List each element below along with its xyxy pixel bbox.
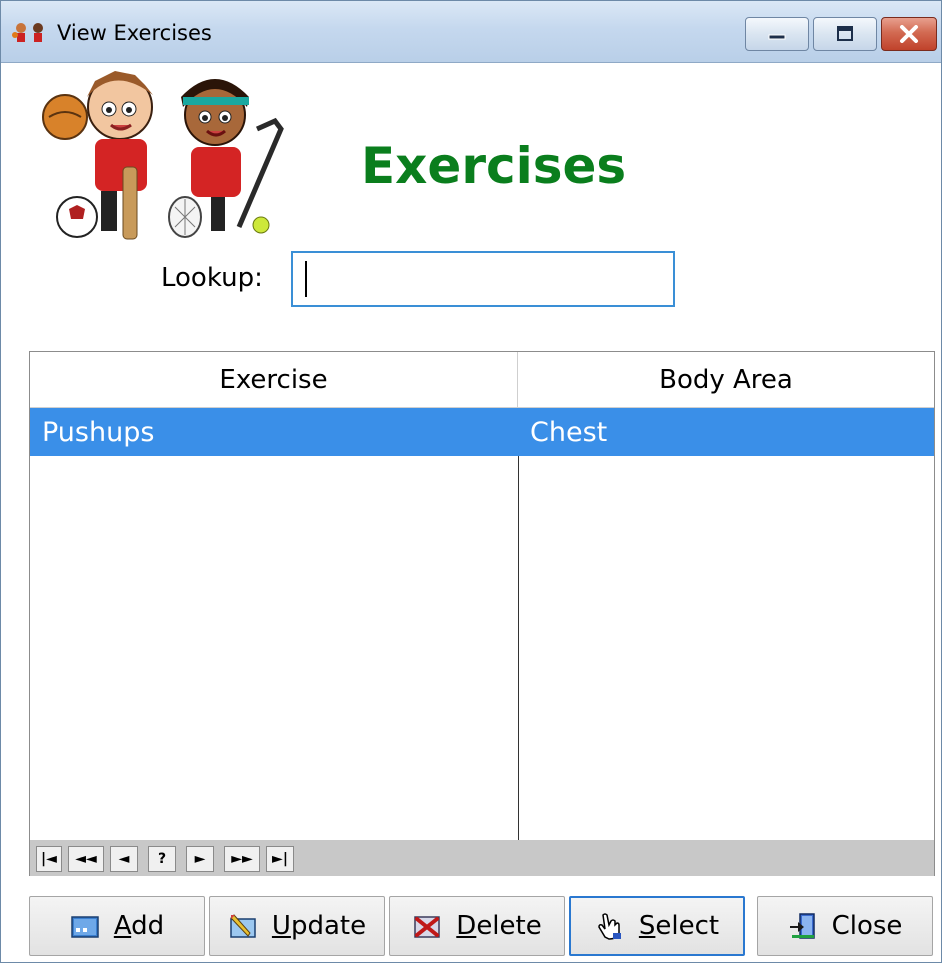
column-header-exercise[interactable]: Exercise bbox=[30, 352, 518, 408]
add-button[interactable]: Add bbox=[29, 896, 205, 956]
column-divider bbox=[518, 456, 519, 840]
add-button-label: Add bbox=[113, 911, 165, 941]
cell-body-area[interactable]: Chest bbox=[518, 408, 934, 456]
cell-exercise[interactable]: Pushups bbox=[30, 408, 518, 456]
delete-x-icon bbox=[414, 916, 441, 938]
maximize-button[interactable] bbox=[813, 17, 877, 51]
lookup-label: Lookup: bbox=[161, 263, 263, 293]
close-button-label: Close bbox=[831, 911, 903, 941]
update-button[interactable]: Update bbox=[209, 896, 385, 956]
exit-door-icon bbox=[789, 913, 815, 939]
app-icon bbox=[12, 23, 43, 42]
maximize-icon bbox=[837, 26, 853, 41]
column-header-body-area[interactable]: Body Area bbox=[518, 352, 934, 408]
minimize-button[interactable] bbox=[745, 17, 809, 51]
select-button[interactable]: Select bbox=[569, 896, 745, 956]
nav-first-button[interactable]: |◄ bbox=[36, 846, 62, 872]
update-button-label: Update bbox=[271, 911, 367, 941]
select-button-label: Select bbox=[638, 911, 720, 941]
nav-prev-page-button[interactable]: ◄◄ bbox=[68, 846, 104, 872]
kids-sports-logo bbox=[42, 71, 284, 240]
view-exercises-window: View Exercises Exercises Lookup: Exercis… bbox=[0, 0, 942, 963]
add-form-icon bbox=[71, 916, 99, 938]
close-button[interactable]: Close bbox=[757, 896, 933, 956]
edit-pencil-icon bbox=[230, 914, 256, 938]
close-icon bbox=[900, 25, 918, 43]
title-bar[interactable]: View Exercises bbox=[1, 1, 941, 63]
delete-button-label: Delete bbox=[456, 911, 542, 941]
window-title: View Exercises bbox=[57, 21, 212, 45]
record-navigator: |◄ ◄◄ ◄ ? ► ►► ►| bbox=[30, 840, 934, 876]
nav-last-button[interactable]: ►| bbox=[266, 846, 294, 872]
grid-header: Exercise Body Area bbox=[30, 352, 934, 408]
nav-next-button[interactable]: ► bbox=[186, 846, 214, 872]
close-window-button[interactable] bbox=[881, 17, 937, 51]
table-row[interactable]: Pushups Chest bbox=[30, 408, 934, 456]
page-title: Exercises bbox=[361, 137, 627, 195]
minimize-icon bbox=[768, 34, 786, 40]
nav-next-page-button[interactable]: ►► bbox=[224, 846, 260, 872]
lookup-input[interactable] bbox=[291, 251, 675, 307]
exercises-grid[interactable]: Exercise Body Area Pushups Chest |◄ ◄◄ ◄… bbox=[29, 351, 935, 876]
hand-pointer-icon bbox=[598, 913, 621, 940]
text-caret bbox=[305, 261, 307, 297]
nav-goto-button[interactable]: ? bbox=[148, 846, 176, 872]
delete-button[interactable]: Delete bbox=[389, 896, 565, 956]
nav-prev-button[interactable]: ◄ bbox=[110, 846, 138, 872]
